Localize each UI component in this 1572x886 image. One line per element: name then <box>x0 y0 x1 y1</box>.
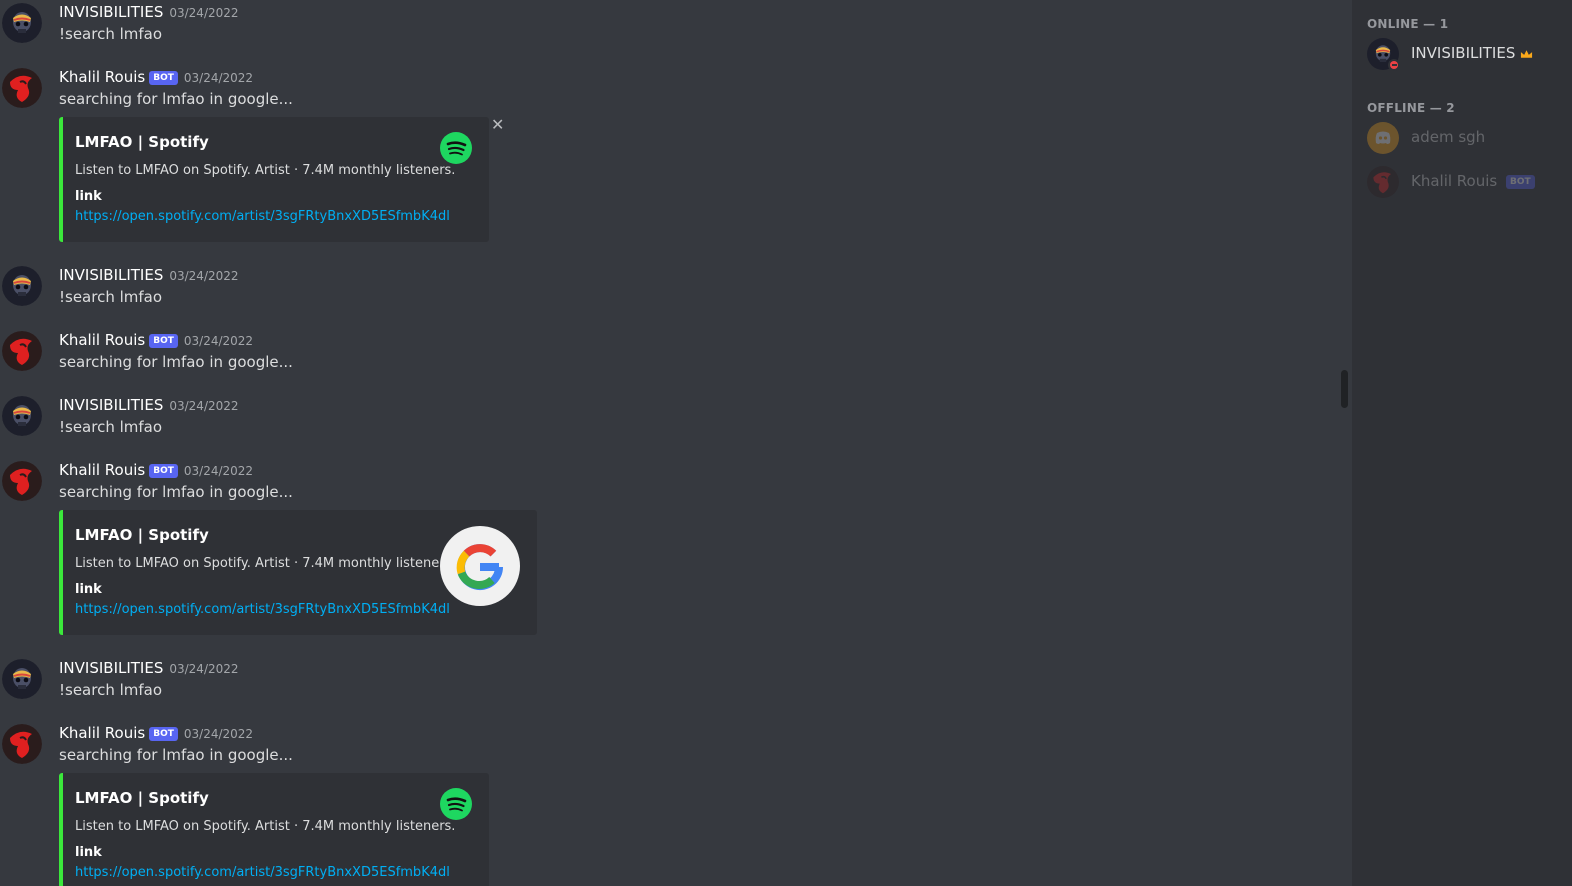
username[interactable]: Khalil Rouis <box>59 461 145 479</box>
link-embed: LMFAO | Spotify Listen to LMFAO on Spoti… <box>59 117 489 242</box>
bot-avatar[interactable] <box>2 68 42 108</box>
user-avatar[interactable] <box>2 659 42 699</box>
bot-avatar[interactable] <box>2 461 42 501</box>
message-text: searching for lmfao in google... <box>59 483 293 501</box>
timestamp: 03/24/2022 <box>183 71 254 85</box>
embed-field-name: link <box>75 845 102 860</box>
timestamp: 03/24/2022 <box>169 399 239 413</box>
embed-title[interactable]: LMFAO | Spotify <box>75 789 209 807</box>
bot-badge: BOT <box>1506 175 1535 189</box>
google-icon <box>440 526 520 610</box>
embed-title[interactable]: LMFAO | Spotify <box>75 133 209 151</box>
member-list: ONLINE — 1 INVISIBILITIES OFFLINE — 2 ad… <box>1352 0 1572 886</box>
member-item[interactable]: adem sgh <box>1367 122 1567 158</box>
embed-title[interactable]: LMFAO | Spotify <box>75 526 209 544</box>
embed-link[interactable]: https://open.spotify.com/artist/3sgFRtyB… <box>75 865 450 880</box>
online-category: ONLINE — 1 <box>1367 17 1449 31</box>
username[interactable]: INVISIBILITIES <box>59 396 163 414</box>
spotify-icon <box>440 132 472 168</box>
username[interactable]: Khalil Rouis <box>59 724 145 742</box>
embed-field-name: link <box>75 582 102 597</box>
embed-description: Listen to LMFAO on Spotify. Artist · 7.4… <box>75 819 456 834</box>
embed-link[interactable]: https://open.spotify.com/artist/3sgFRtyB… <box>75 209 450 224</box>
bot-badge: BOT <box>149 727 178 741</box>
timestamp: 03/24/2022 <box>183 334 254 348</box>
username[interactable]: INVISIBILITIES <box>59 659 163 677</box>
link-embed: LMFAO | Spotify Listen to LMFAO on Spoti… <box>59 773 489 886</box>
member-avatar <box>1366 165 1400 199</box>
timestamp: 03/24/2022 <box>169 6 239 20</box>
member-item[interactable]: INVISIBILITIES <box>1366 37 1567 74</box>
embed-description: Listen to LMFAO on Spotify. Artist · 7.4… <box>75 556 456 571</box>
member-name: adem sgh <box>1411 128 1486 146</box>
username[interactable]: Khalil Rouis <box>59 68 145 86</box>
message-text: !search lmfao <box>59 681 163 699</box>
link-embed: LMFAO | Spotify Listen to LMFAO on Spoti… <box>59 510 537 635</box>
embed-field-name: link <box>75 189 102 204</box>
user-avatar[interactable] <box>2 396 42 436</box>
timestamp: 03/24/2022 <box>183 727 254 741</box>
username[interactable]: Khalil Rouis <box>59 331 145 349</box>
message-text: !search lmfao <box>59 25 163 43</box>
discord-default-avatar <box>1367 122 1399 154</box>
user-avatar[interactable] <box>2 3 42 43</box>
username[interactable]: INVISIBILITIES <box>59 266 163 284</box>
timestamp: 03/24/2022 <box>169 269 239 283</box>
scrollbar-thumb[interactable] <box>1341 370 1348 408</box>
timestamp: 03/24/2022 <box>169 662 239 676</box>
member-item[interactable]: Khalil Rouis BOT <box>1366 165 1567 202</box>
dnd-status-icon <box>1388 59 1400 71</box>
member-name: Khalil Rouis <box>1411 172 1498 190</box>
embed-link[interactable]: https://open.spotify.com/artist/3sgFRtyB… <box>75 602 450 617</box>
timestamp: 03/24/2022 <box>183 464 254 478</box>
scrollbar-track[interactable] <box>1339 0 1352 886</box>
crown-icon <box>1520 44 1533 62</box>
bot-badge: BOT <box>149 71 178 85</box>
user-avatar[interactable] <box>2 266 42 306</box>
message-text: !search lmfao <box>59 288 163 306</box>
embed-description: Listen to LMFAO on Spotify. Artist · 7.4… <box>75 163 456 178</box>
bot-badge: BOT <box>149 334 178 348</box>
message-text: searching for lmfao in google... <box>59 353 293 371</box>
message-text: searching for lmfao in google... <box>59 746 293 764</box>
member-name: INVISIBILITIES <box>1411 44 1516 62</box>
bot-avatar[interactable] <box>2 724 42 764</box>
offline-category: OFFLINE — 2 <box>1367 101 1455 115</box>
message-text: !search lmfao <box>59 418 163 436</box>
bot-avatar[interactable] <box>2 331 42 371</box>
chat-messages[interactable]: INVISIBILITIES 03/24/2022 !search lmfao K… <box>0 0 1339 886</box>
close-icon[interactable]: ✕ <box>491 115 504 134</box>
username[interactable]: INVISIBILITIES <box>59 3 163 21</box>
bot-badge: BOT <box>149 464 178 478</box>
spotify-icon <box>440 788 472 824</box>
message-text: searching for lmfao in google... <box>59 90 293 108</box>
